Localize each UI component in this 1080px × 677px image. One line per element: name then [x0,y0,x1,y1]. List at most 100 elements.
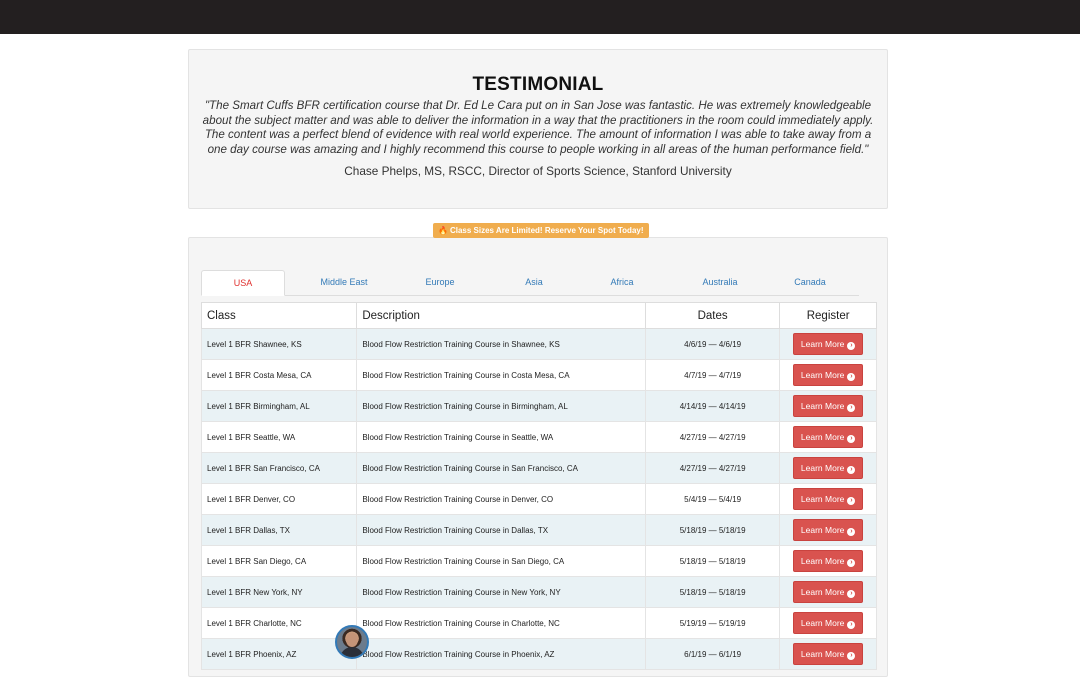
register-cell: Learn More › [779,607,877,639]
description-cell: Blood Flow Restriction Training Course i… [356,514,646,546]
learn-more-label: Learn More [800,339,845,349]
table-row: Level 1 BFR Phoenix, AZ Blood Flow Restri… [200,638,877,670]
tab-asia[interactable]: Asia [487,270,581,295]
dates-cell: 4/14/19 — 4/14/19 [644,390,781,422]
arrow-right-circle-icon: › [847,652,856,660]
description-cell: Blood Flow Restriction Training Course i… [356,545,646,577]
dates-cell: 5/4/19 — 5/4/19 [644,483,781,515]
class-size-notice: 🔥 Class Sizes Are Limited! Reserve Your S… [433,223,649,238]
class-cell: Level 1 BFR Costa Mesa, CA [200,359,358,391]
learn-more-button[interactable]: Learn More › [792,519,864,541]
table-row: Level 1 BFR San Diego, CA Blood Flow Rest… [200,545,877,577]
class-cell: Level 1 BFR New York, NY [200,576,358,608]
arrow-right-circle-icon: › [847,466,856,474]
learn-more-button[interactable]: Learn More › [792,457,864,479]
table-row: Level 1 BFR Charlotte, NC Blood Flow Rest… [200,607,877,639]
region-tabs: USA Middle East Europe Asia Africa Austr… [201,270,859,296]
register-cell: Learn More › [779,576,877,608]
learn-more-button[interactable]: Learn More › [792,364,864,386]
register-cell: Learn More › [779,452,877,484]
classes-panel: USA Middle East Europe Asia Africa Austr… [188,237,888,677]
table-row: Level 1 BFR New York, NY Blood Flow Restr… [200,576,877,608]
arrow-right-circle-icon: › [847,342,856,350]
learn-more-label: Learn More [800,401,845,411]
learn-more-label: Learn More [800,463,845,473]
tab-africa[interactable]: Africa [575,270,669,295]
description-cell: Blood Flow Restriction Training Course i… [356,483,646,515]
register-cell: Learn More › [779,390,877,422]
testimonial-quote: "The Smart Cuffs BFR certification cours… [202,99,874,156]
dates-cell: 4/27/19 — 4/27/19 [644,421,781,453]
arrow-right-circle-icon: › [847,590,856,598]
dates-cell: 4/6/19 — 4/6/19 [644,328,781,360]
testimonial-author: Chase Phelps, MS, RSCC, Director of Spor… [344,164,732,178]
description-cell: Blood Flow Restriction Training Course i… [356,328,646,360]
learn-more-label: Learn More [800,587,845,597]
arrow-right-circle-icon: › [847,497,856,505]
fire-icon: 🔥 [438,226,448,235]
dates-cell: 5/18/19 — 5/18/19 [644,576,781,608]
description-cell: Blood Flow Restriction Training Course i… [356,421,646,453]
table-row: Level 1 BFR Shawnee, KS Blood Flow Restri… [200,328,877,360]
register-cell: Learn More › [779,545,877,577]
learn-more-label: Learn More [800,525,845,535]
arrow-right-circle-icon: › [847,528,856,536]
testimonial-title: TESTIMONIAL [472,74,604,95]
table-row: Level 1 BFR Denver, CO Blood Flow Restric… [200,483,877,515]
class-cell: Level 1 BFR Birmingham, AL [200,390,358,422]
arrow-right-circle-icon: › [847,559,856,567]
register-cell: Learn More › [779,514,877,546]
dates-cell: 5/19/19 — 5/19/19 [644,607,781,639]
column-header-dates: Dates [644,302,781,329]
class-cell: Level 1 BFR San Francisco, CA [200,452,358,484]
learn-more-label: Learn More [800,494,845,504]
tab-europe[interactable]: Europe [393,270,487,295]
learn-more-label: Learn More [800,370,845,380]
tab-middle-east[interactable]: Middle East [297,270,391,295]
dates-cell: 4/7/19 — 4/7/19 [644,359,781,391]
table-header-row: Class Description Dates Register [200,302,877,329]
register-cell: Learn More › [779,421,877,453]
description-cell: Blood Flow Restriction Training Course i… [356,638,646,670]
learn-more-button[interactable]: Learn More › [792,426,864,448]
classes-table: Class Description Dates Register Level 1… [200,302,877,670]
column-header-class: Class [200,302,358,329]
arrow-right-circle-icon: › [847,404,856,412]
avatar-face [346,633,358,647]
learn-more-label: Learn More [800,618,845,628]
table-row: Level 1 BFR Costa Mesa, CA Blood Flow Res… [200,359,877,391]
table-row: Level 1 BFR Birmingham, AL Blood Flow Res… [200,390,877,422]
learn-more-label: Learn More [800,556,845,566]
arrow-right-circle-icon: › [847,435,856,443]
arrow-right-circle-icon: › [847,373,856,381]
learn-more-button[interactable]: Learn More › [792,395,864,417]
table-row: Level 1 BFR San Francisco, CA Blood Flow … [200,452,877,484]
learn-more-button[interactable]: Learn More › [792,581,864,603]
learn-more-label: Learn More [800,432,845,442]
description-cell: Blood Flow Restriction Training Course i… [356,607,646,639]
arrow-right-circle-icon: › [847,621,856,629]
chat-avatar[interactable] [335,625,369,659]
register-cell: Learn More › [779,359,877,391]
dates-cell: 4/27/19 — 4/27/19 [644,452,781,484]
class-cell: Level 1 BFR Dallas, TX [200,514,358,546]
tab-canada[interactable]: Canada [763,270,857,295]
class-cell: Level 1 BFR Phoenix, AZ [200,638,358,670]
testimonial-section: TESTIMONIAL "The Smart Cuffs BFR certifi… [188,49,888,209]
class-cell: Level 1 BFR San Diego, CA [200,545,358,577]
tab-usa[interactable]: USA [201,270,285,296]
tab-australia[interactable]: Australia [673,270,767,295]
register-cell: Learn More › [779,328,877,360]
learn-more-button[interactable]: Learn More › [792,612,864,634]
learn-more-button[interactable]: Learn More › [792,333,864,355]
top-nav-bar [0,0,1080,34]
learn-more-button[interactable]: Learn More › [792,488,864,510]
learn-more-button[interactable]: Learn More › [792,550,864,572]
class-cell: Level 1 BFR Seattle, WA [200,421,358,453]
table-row: Level 1 BFR Dallas, TX Blood Flow Restric… [200,514,877,546]
dates-cell: 5/18/19 — 5/18/19 [644,545,781,577]
class-cell: Level 1 BFR Charlotte, NC [200,607,358,639]
table-row: Level 1 BFR Seattle, WA Blood Flow Restri… [200,421,877,453]
class-cell: Level 1 BFR Shawnee, KS [200,328,358,360]
column-header-register: Register [779,302,877,329]
